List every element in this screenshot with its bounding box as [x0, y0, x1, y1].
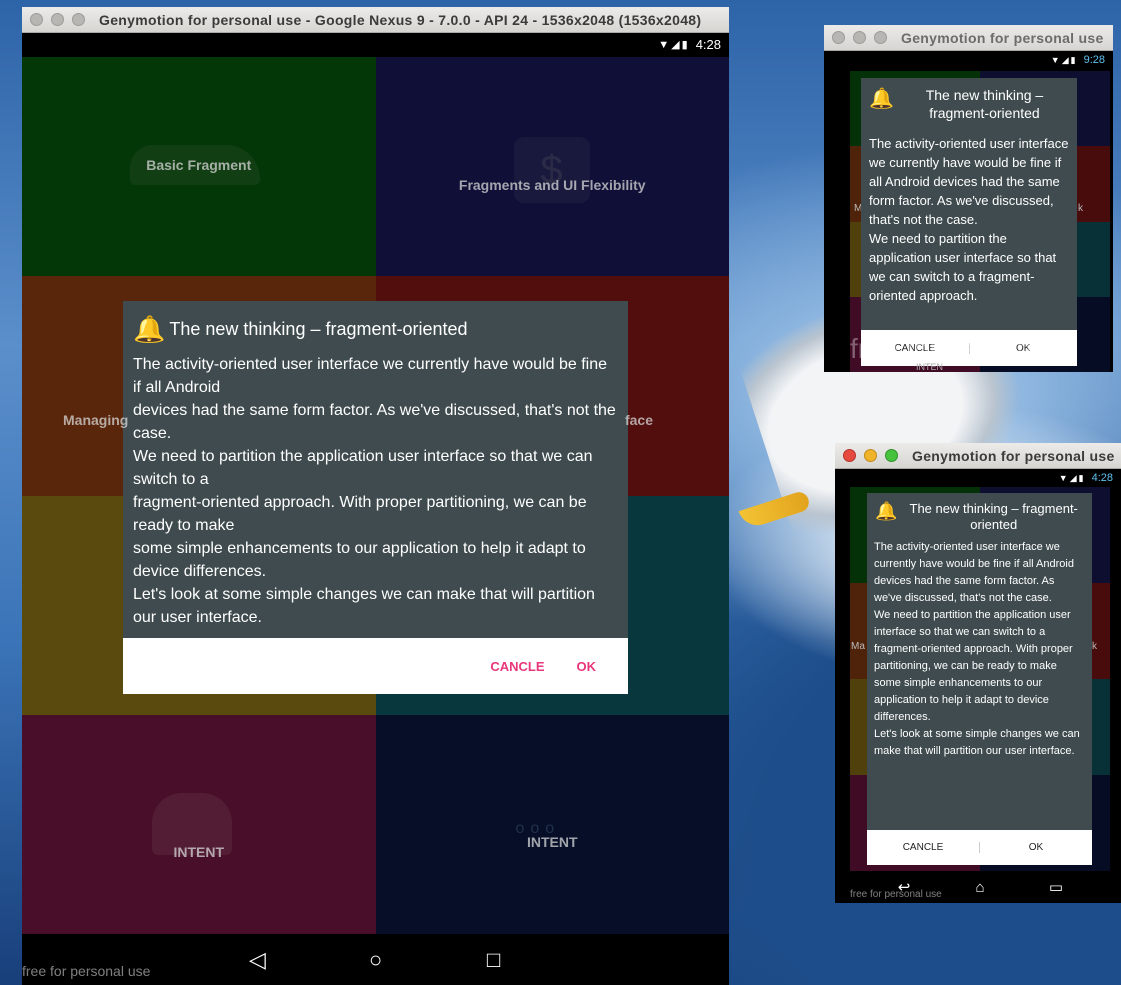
dialog-message: The activity-oriented user interface we … — [874, 541, 1080, 757]
dialog-message: The activity-oriented user interface we … — [869, 136, 1069, 303]
recents-icon[interactable]: □ — [435, 947, 553, 973]
minimize-window-button[interactable] — [864, 449, 877, 462]
tile-label: INTENT — [526, 834, 578, 851]
status-time: 9:28 — [1083, 54, 1105, 66]
android-status-bar: ▼◢▮ 4:28 — [835, 469, 1121, 487]
ok-button[interactable]: OK — [577, 659, 597, 674]
window-title: Genymotion for personal use - Google Nex… — [99, 11, 702, 28]
dialog-actions: CANCLE OK — [123, 638, 628, 694]
mid-emulator-window: Genymotion for personal use ▼◢▮ 4:28 Ma … — [835, 443, 1121, 903]
watermark: free for personal u — [850, 333, 1078, 364]
maximize-window-button[interactable] — [72, 13, 85, 26]
dialog-header: 🔔 The new thinking – fragment-oriented — [861, 78, 1077, 134]
alert-dialog: 🔔 The new thinking – fragment-oriented T… — [861, 78, 1077, 366]
dialog-header: 🔔 The new thinking – fragment-oriented — [123, 301, 628, 347]
wifi-signal-battery-icon: ▼◢▮ — [1058, 472, 1086, 483]
cancel-button[interactable]: CANCLE — [490, 659, 544, 674]
close-window-button[interactable] — [30, 13, 43, 26]
small-emulator-window: Genymotion for personal use ▼◢▮ 9:28 M k… — [824, 25, 1113, 372]
minimize-window-button[interactable] — [51, 13, 64, 26]
watermark: free for personal use — [22, 963, 151, 979]
window-title: Genymotion for personal use — [901, 29, 1104, 46]
status-time: 4:28 — [1091, 472, 1113, 484]
small-window-titlebar[interactable]: Genymotion for personal use — [824, 25, 1113, 51]
bell-icon: 🔔 — [869, 88, 894, 110]
minimize-window-button[interactable] — [853, 31, 866, 44]
close-window-button[interactable] — [832, 31, 845, 44]
window-title: Genymotion for personal use — [912, 447, 1115, 464]
recents-icon[interactable]: ▭ — [1018, 878, 1094, 896]
tile-label: Managing — [63, 411, 129, 428]
tile-label-edge-right: k — [1078, 203, 1083, 214]
dialog-title: The new thinking – fragment-oriented — [169, 318, 468, 339]
mid-window-titlebar[interactable]: Genymotion for personal use — [835, 443, 1121, 469]
dialog-message: The activity-oriented user interface we … — [133, 356, 616, 626]
dialog-actions: CANCLE OK — [867, 830, 1092, 865]
main-emulator-window: Genymotion for personal use - Google Nex… — [22, 7, 729, 985]
back-icon[interactable]: ◁ — [199, 947, 317, 973]
tile-label-edge-right: k — [1092, 641, 1097, 652]
alert-dialog: 🔔 The new thinking – fragment-oriented T… — [123, 301, 628, 694]
maximize-window-button[interactable] — [874, 31, 887, 44]
main-window-titlebar[interactable]: Genymotion for personal use - Google Nex… — [22, 7, 729, 33]
bell-icon: 🔔 — [875, 501, 898, 521]
wifi-signal-battery-icon: ▼◢▮ — [1050, 54, 1078, 65]
bell-icon: 🔔 — [133, 313, 166, 344]
maximize-window-button[interactable] — [885, 449, 898, 462]
android-status-bar: ▼◢▮ 4:28 — [22, 33, 729, 55]
status-time: 4:28 — [695, 36, 721, 52]
dialog-header: 🔔 The new thinking – fragment-oriented — [867, 493, 1092, 539]
tile-label: face — [624, 411, 653, 428]
close-window-button[interactable] — [843, 449, 856, 462]
dialog-title: The new thinking – fragment-oriented — [925, 87, 1044, 121]
tile-label: Fragments and UI Flexibility — [458, 176, 646, 193]
wifi-signal-battery-icon: ▼◢▮ — [658, 38, 690, 51]
home-icon[interactable]: ○ — [317, 947, 435, 973]
home-icon[interactable]: ⌂ — [942, 879, 1018, 896]
android-status-bar: ▼◢▮ 9:28 — [824, 51, 1113, 69]
alert-dialog: 🔔 The new thinking – fragment-oriented T… — [867, 493, 1092, 865]
cancel-button[interactable]: CANCLE — [867, 842, 980, 853]
tile-label: Basic Fragment — [146, 156, 252, 173]
tile-label-edge-left: Ma — [851, 641, 865, 652]
ok-button[interactable]: OK — [980, 842, 1092, 853]
tile-label: INTENT — [173, 844, 225, 861]
dialog-title: The new thinking – fragment-oriented — [909, 501, 1078, 532]
watermark: free for personal use — [850, 889, 942, 900]
